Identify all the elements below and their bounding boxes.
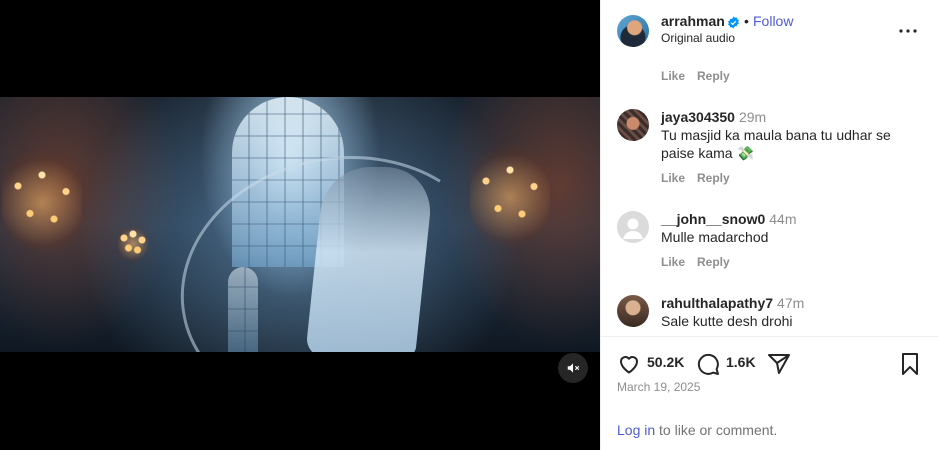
bookmark-icon[interactable] bbox=[898, 352, 922, 376]
like-count[interactable]: 50.2K bbox=[647, 354, 684, 370]
login-prompt-text: to like or comment. bbox=[655, 422, 778, 438]
comment-time: 47m bbox=[777, 295, 805, 311]
avatar[interactable] bbox=[617, 211, 649, 243]
post-username[interactable]: arrahman bbox=[661, 13, 725, 29]
post-header: arrahman • Follow Original audio bbox=[601, 0, 938, 60]
audio-label[interactable]: Original audio bbox=[661, 31, 735, 45]
reply-button[interactable]: Reply bbox=[697, 255, 730, 269]
comment-text: Mulle madarchod bbox=[661, 229, 769, 245]
like-comment-button[interactable]: Like bbox=[661, 255, 685, 269]
comment-icon[interactable] bbox=[696, 352, 720, 376]
reply-button[interactable]: Reply bbox=[697, 69, 730, 83]
comment-time: 44m bbox=[769, 211, 797, 227]
avatar[interactable] bbox=[617, 295, 649, 327]
comment-text: Sale kutte desh drohi bbox=[661, 313, 793, 329]
comment-actions: Like Reply bbox=[661, 255, 742, 269]
post-panel: arrahman • Follow Original audio Like Rep… bbox=[600, 0, 938, 450]
chandelier-small bbox=[118, 222, 148, 262]
heart-icon[interactable] bbox=[617, 352, 641, 376]
reply-button[interactable]: Reply bbox=[697, 171, 730, 185]
comment-text: Tu masjid ka maula bana tu udhar se pais… bbox=[661, 127, 891, 161]
gown-figure bbox=[305, 167, 435, 352]
avatar[interactable] bbox=[617, 15, 649, 47]
mute-button[interactable] bbox=[558, 353, 588, 383]
comment-username[interactable]: rahulthalapathy7 47m bbox=[661, 295, 804, 311]
separator-dot: • bbox=[744, 13, 749, 29]
more-options-button[interactable] bbox=[897, 20, 919, 42]
share-icon[interactable] bbox=[767, 352, 791, 376]
chandelier-left bbox=[2, 142, 82, 252]
like-comment-button[interactable]: Like bbox=[661, 171, 685, 185]
comment-time: 29m bbox=[738, 109, 767, 125]
login-prompt: Log in to like or comment. bbox=[617, 422, 777, 438]
comment-username[interactable]: jaya304350 29m bbox=[661, 109, 766, 125]
verified-icon bbox=[728, 16, 739, 29]
comment-count[interactable]: 1.6K bbox=[726, 354, 756, 370]
default-avatar-icon bbox=[623, 218, 643, 239]
like-comment-button[interactable]: Like bbox=[661, 69, 685, 83]
post-footer: 50.2K 1.6K March 19, 2025 Log in to like… bbox=[601, 336, 938, 450]
post-date[interactable]: March 19, 2025 bbox=[617, 380, 700, 394]
mute-icon bbox=[567, 363, 580, 373]
avatar[interactable] bbox=[617, 109, 649, 141]
caption-actions: Like Reply bbox=[661, 69, 742, 83]
login-link[interactable]: Log in bbox=[617, 422, 655, 438]
more-icon bbox=[899, 29, 917, 33]
media-viewer[interactable] bbox=[0, 0, 600, 450]
follow-button[interactable]: Follow bbox=[753, 13, 793, 29]
comment-actions: Like Reply bbox=[661, 171, 742, 185]
comment-username[interactable]: __john__snow0 44m bbox=[661, 211, 797, 227]
video-frame[interactable] bbox=[0, 97, 600, 352]
comments-list[interactable]: Like Reply jaya304350 29m Tu masjid ka mau… bbox=[601, 60, 938, 336]
